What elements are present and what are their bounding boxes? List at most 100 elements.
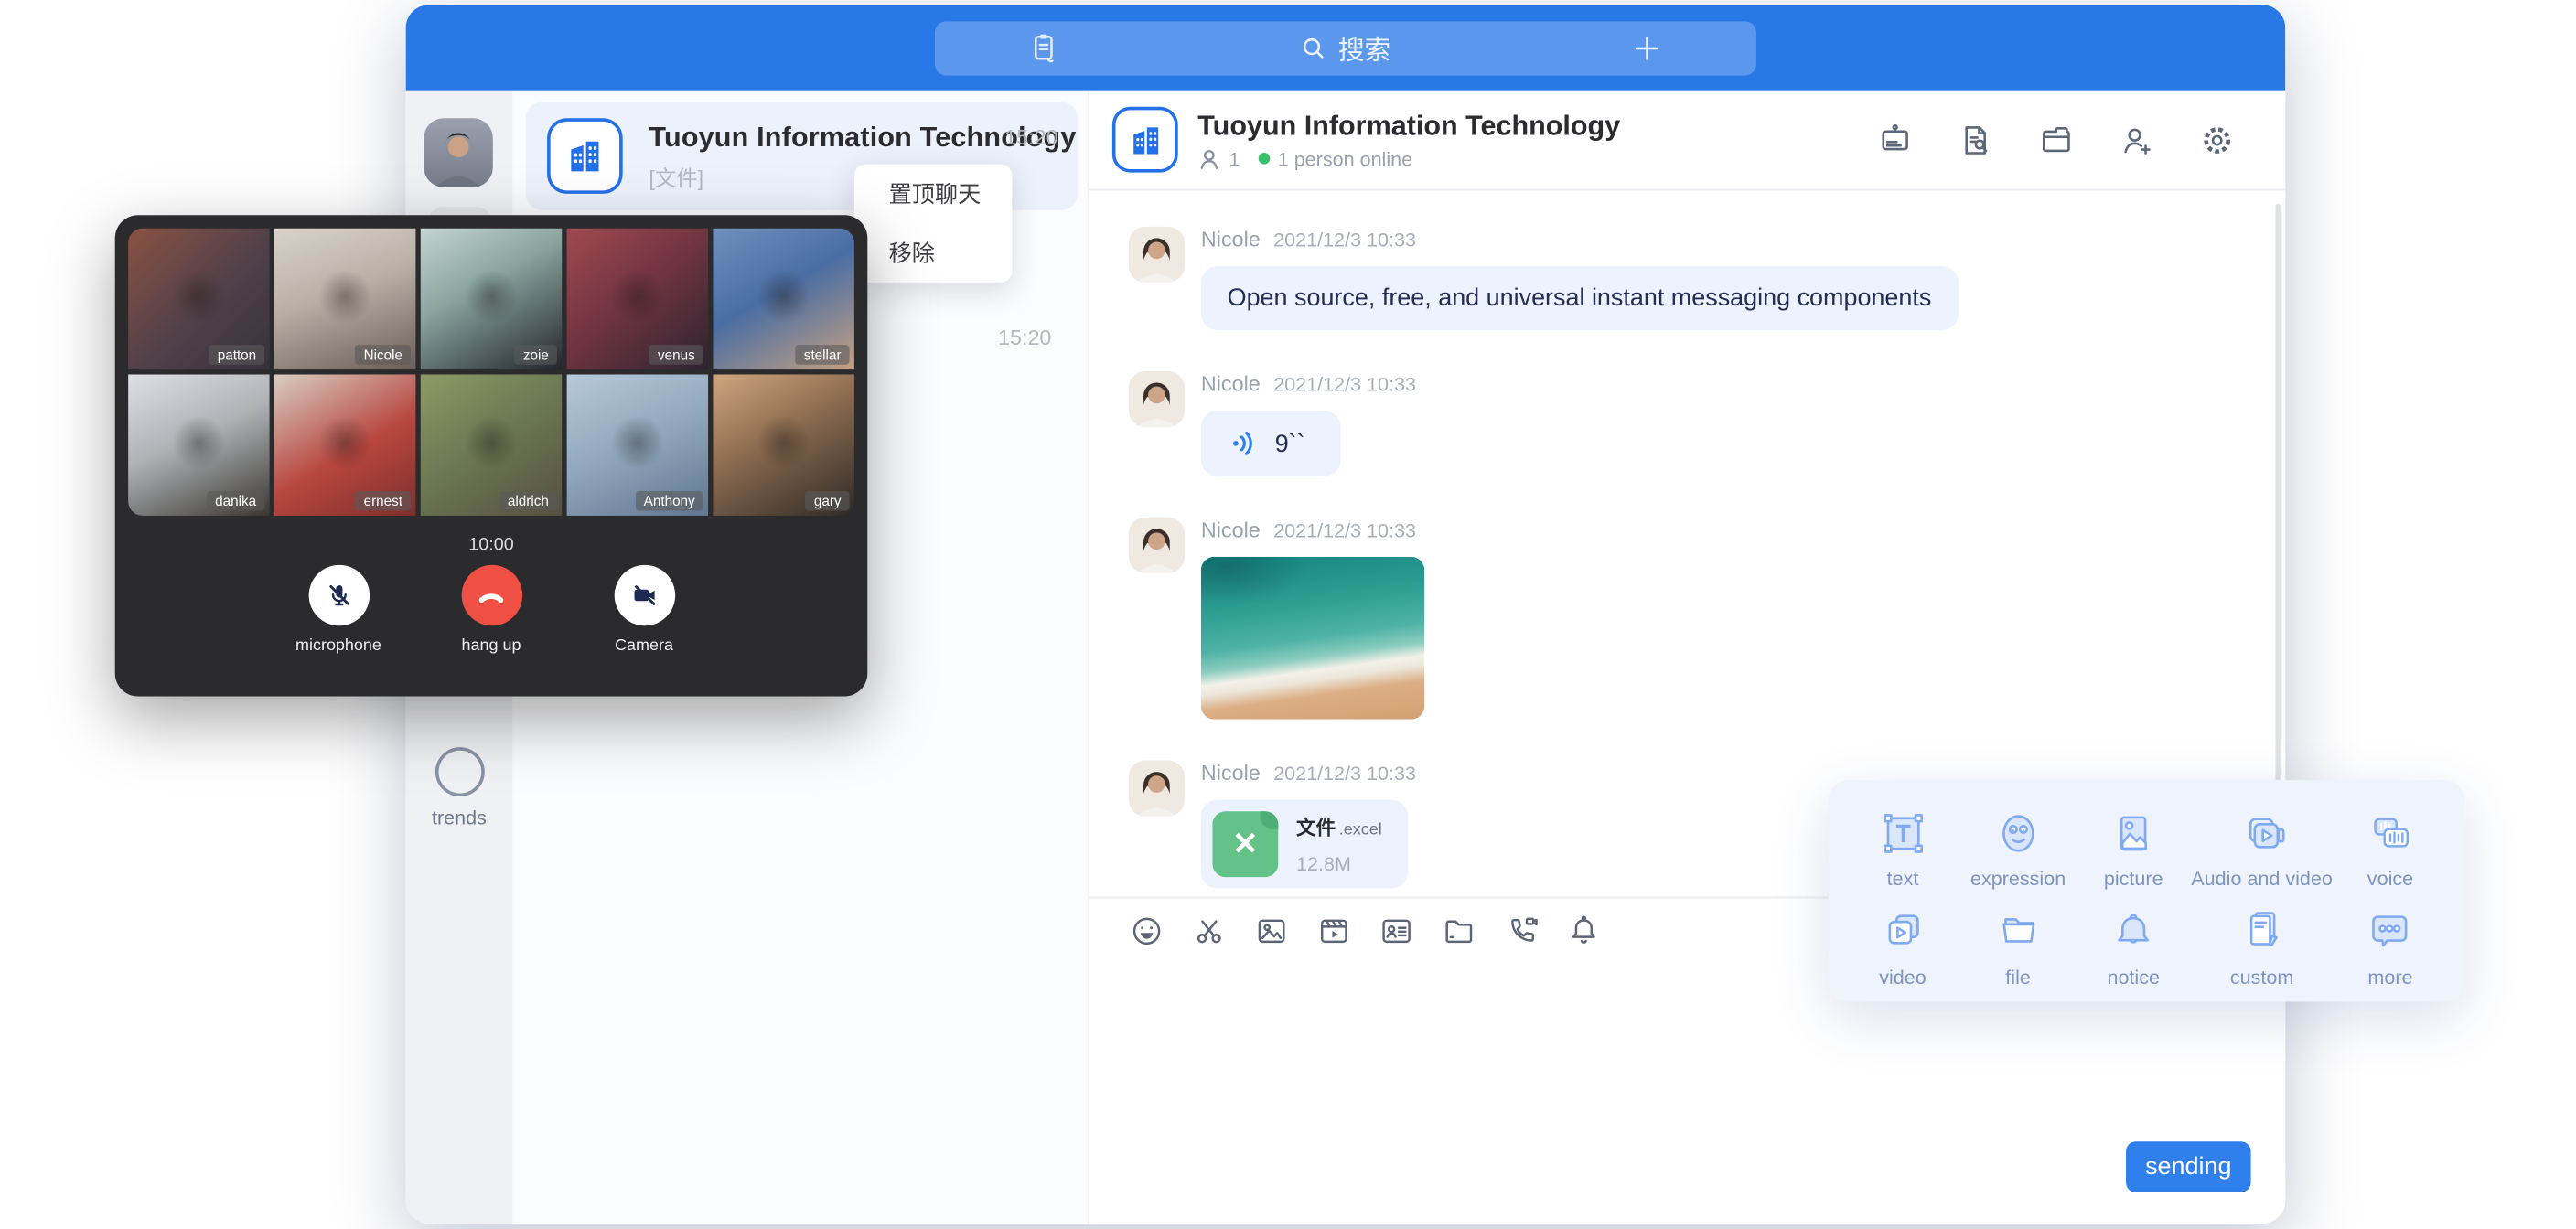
notification-icon[interactable] — [1566, 914, 1603, 950]
trends-icon — [435, 747, 484, 796]
attach-label: notice — [2107, 965, 2160, 988]
attach-label: picture — [2104, 867, 2163, 890]
file-size: 12.8M — [1296, 852, 1382, 875]
attach-item-custom[interactable]: custom — [2191, 894, 2333, 992]
voice-duration: 9`` — [1275, 430, 1305, 458]
hang-up-icon — [473, 577, 510, 614]
notice-bell-icon — [2107, 899, 2161, 961]
expression-icon — [1991, 801, 2045, 863]
search-placeholder: 搜索 — [1338, 28, 1391, 68]
attach-item-video[interactable]: video — [1845, 894, 1960, 992]
excel-file-icon: ✕ — [1212, 811, 1278, 877]
group-avatar-icon — [547, 118, 623, 194]
video-tile: ernest — [274, 374, 415, 515]
video-icon[interactable] — [1316, 914, 1353, 950]
file-ext: .excel — [1339, 821, 1382, 839]
menu-item-remove[interactable]: 移除 — [854, 223, 1012, 283]
attach-item-notice[interactable]: notice — [2076, 894, 2191, 992]
chat-title: Tuoyun Information Technology — [1197, 109, 1876, 142]
emoji-icon[interactable] — [1129, 914, 1165, 950]
attach-item-audio-video[interactable]: Audio and video — [2191, 796, 2333, 894]
picture-icon — [2107, 801, 2161, 863]
microphone-button[interactable] — [308, 565, 369, 625]
camera-button[interactable] — [614, 565, 674, 625]
attach-item-voice[interactable]: voice — [2333, 796, 2448, 894]
custom-icon — [2235, 899, 2289, 961]
participant-name: danika — [207, 491, 264, 511]
sender-name: Nicole — [1201, 518, 1261, 542]
sender-avatar[interactable] — [1129, 227, 1185, 283]
sender-name: Nicole — [1201, 227, 1261, 251]
sender-name: Nicole — [1201, 371, 1261, 396]
sender-avatar[interactable] — [1129, 518, 1185, 573]
video-tile: zoie — [421, 229, 562, 369]
attach-item-file[interactable]: file — [1960, 894, 2076, 992]
video-tile: danika — [128, 374, 269, 515]
scrollbar[interactable] — [2275, 204, 2280, 798]
picture-icon[interactable] — [1253, 914, 1290, 950]
call-timer: 10:00 — [128, 535, 854, 555]
text-message-bubble[interactable]: Open source, free, and universal instant… — [1201, 266, 1958, 330]
participant-name: ernest — [356, 491, 411, 511]
message-row: Nicole 2021/12/3 10:33 — [1089, 518, 2285, 720]
attach-item-text[interactable]: text — [1845, 796, 1960, 894]
page: 搜索 — [0, 0, 2576, 1228]
add-member-icon[interactable] — [2118, 121, 2155, 158]
video-tile: gary — [713, 374, 853, 515]
voice-wave-icon — [1228, 427, 1261, 460]
notice-board-icon[interactable] — [1876, 121, 1914, 158]
chat-record-search-icon[interactable] — [1957, 121, 1994, 158]
video-tile: Nicole — [274, 229, 415, 369]
conversation-time: 15:20 — [1004, 124, 1057, 149]
video-call-icon[interactable] — [1503, 914, 1540, 950]
message-input-area[interactable]: sending — [1089, 964, 2285, 1224]
video-icon — [1875, 899, 1929, 961]
microphone-label: microphone — [295, 637, 381, 656]
send-button[interactable]: sending — [2126, 1141, 2250, 1192]
contact-card-icon[interactable] — [1379, 914, 1415, 950]
message-time: 2021/12/3 10:33 — [1273, 373, 1416, 396]
rail-item-trends[interactable]: trends — [406, 747, 513, 829]
video-tile: aldrich — [421, 374, 562, 515]
screenshot-icon[interactable] — [1191, 914, 1228, 950]
attach-item-expression[interactable]: expression — [1960, 796, 2076, 894]
message-row: Nicole 2021/12/3 10:33 9`` — [1089, 371, 2285, 476]
attach-item-picture[interactable]: picture — [2076, 796, 2191, 894]
hang-up-button[interactable] — [461, 565, 521, 625]
video-grid: patton Nicole zoie venus stellar danika … — [128, 229, 854, 516]
attachment-panel: text expression picture — [1829, 780, 2464, 1001]
video-tile: venus — [567, 229, 708, 369]
search-bar[interactable]: 搜索 — [935, 20, 1756, 74]
camera-muted-icon — [628, 580, 660, 611]
chat-header: Tuoyun Information Technology 1 1 person… — [1089, 91, 2285, 191]
attach-label: video — [1879, 965, 1927, 988]
file-message[interactable]: ✕ 文件.excel 12.8M — [1201, 800, 1409, 889]
attach-label: expression — [1970, 867, 2066, 890]
settings-icon[interactable] — [2198, 121, 2236, 158]
participant-name: Nicole — [356, 345, 411, 365]
conversation-title: Tuoyun Information Technology — [649, 121, 994, 154]
chat-panel: Tuoyun Information Technology 1 1 person… — [1089, 91, 2285, 1224]
file-icon[interactable] — [1441, 914, 1477, 950]
attach-label: file — [2005, 965, 2031, 988]
participant-name: stellar — [796, 345, 850, 365]
message-time: 2021/12/3 10:33 — [1273, 762, 1416, 785]
menu-item-pin-chat[interactable]: 置顶聊天 — [854, 165, 1012, 224]
sender-avatar[interactable] — [1129, 761, 1185, 817]
file-library-icon[interactable] — [2037, 121, 2075, 158]
voice-message-bubble[interactable]: 9`` — [1201, 411, 1341, 476]
attach-item-more[interactable]: more — [2333, 894, 2448, 992]
hang-up-label: hang up — [462, 637, 521, 656]
image-message[interactable] — [1201, 557, 1424, 720]
self-avatar[interactable] — [424, 118, 492, 187]
text-icon — [1875, 801, 1929, 863]
member-count: 1 — [1229, 147, 1240, 170]
plus-icon[interactable] — [1631, 32, 1662, 71]
participant-name: patton — [209, 345, 264, 365]
participant-name: Anthony — [636, 491, 703, 511]
participant-name: aldrich — [499, 491, 557, 511]
online-dot — [1258, 153, 1270, 165]
sender-avatar[interactable] — [1129, 371, 1185, 427]
sender-name: Nicole — [1201, 761, 1261, 785]
attach-label: text — [1887, 867, 1919, 890]
